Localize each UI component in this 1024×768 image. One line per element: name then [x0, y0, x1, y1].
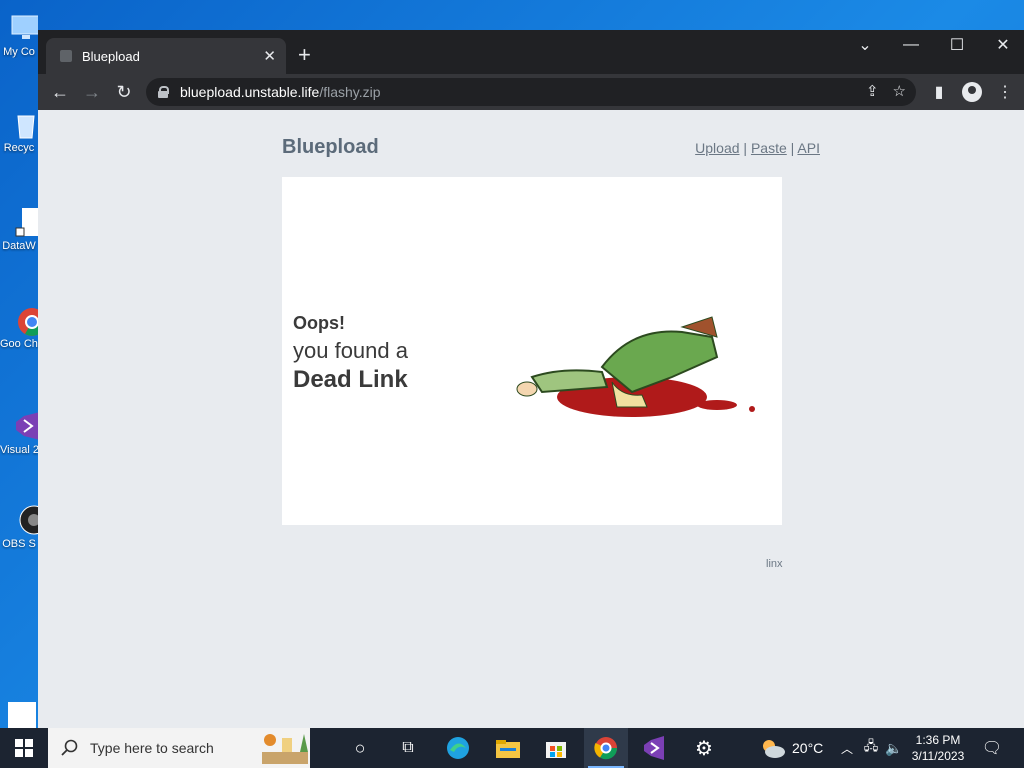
avatar-icon [962, 82, 982, 102]
tab-blueplоad[interactable]: Blueplоad ✕ [46, 38, 286, 74]
dead-character-illustration [516, 316, 755, 417]
oops-text: Oops! [293, 313, 345, 333]
nav-api-link[interactable]: API [797, 140, 820, 156]
nav-separator: | [790, 140, 795, 156]
desktop-icon-label: Visual 20 [0, 444, 38, 456]
browser-window: Blueplоad ✕ + ⌄ — ☐ ✕ ← → ↻ blueplоad.un… [38, 30, 1024, 728]
bookmark-star-icon[interactable]: ☆ [893, 82, 906, 100]
file-shortcut-icon [10, 206, 38, 238]
tab-search-icon[interactable]: ⌄ [842, 30, 888, 60]
site-nav: Upload | Paste | API [695, 140, 820, 156]
taskbar: Type here to search ○ ⧉ ⚙ 20°C ︿ 🖧 🔈 1:3… [0, 728, 1024, 768]
desktop-icon-label: Recyc [3, 142, 35, 154]
notification-icon[interactable]: 🗨 [978, 728, 1006, 768]
page-content: Blueplоad Upload | Paste | API Oops! you… [38, 110, 1024, 728]
search-icon [61, 739, 78, 756]
share-icon[interactable]: ⇪ [866, 82, 879, 100]
nav-upload-link[interactable]: Upload [695, 140, 739, 156]
desktop-file-icon[interactable] [8, 702, 36, 728]
chevron-up-icon[interactable]: ︿ [838, 728, 856, 768]
dead-link-message: Oops! you found a Dead Link [293, 313, 408, 394]
site-title[interactable]: Blueplоad [282, 136, 379, 159]
desktop-icon-visual-studio[interactable]: Visual 20 [0, 410, 38, 456]
tab-close-icon[interactable]: ✕ [263, 47, 276, 65]
desktop-icon-label: Goo Chr [0, 338, 38, 350]
dead-link-text: Dead Link [293, 366, 408, 393]
visual-studio-taskbar-icon[interactable] [634, 728, 674, 768]
found-text: you found a [293, 338, 408, 363]
menu-kebab-icon[interactable]: ⋮ [993, 80, 1017, 104]
footer-linx-link[interactable]: linx [766, 558, 783, 570]
maximize-button[interactable]: ☐ [934, 30, 980, 60]
chrome-icon [10, 304, 38, 336]
profile-button[interactable] [960, 80, 984, 104]
obs-icon [10, 504, 38, 536]
minimize-button[interactable]: — [888, 30, 934, 60]
store-taskbar-icon[interactable] [536, 728, 576, 768]
edge-taskbar-icon[interactable] [438, 728, 478, 768]
address-bar[interactable]: blueplоad.unstable.life/flashy.zip ⇪ ☆ [146, 78, 916, 106]
side-panel-icon[interactable]: ▮ [927, 80, 951, 104]
forward-button[interactable]: → [80, 80, 104, 104]
clock-time: 1:36 PM [915, 733, 961, 747]
desktop-icon-dataw[interactable]: DataW [0, 206, 38, 252]
search-highlight-illustration-icon[interactable] [260, 730, 310, 766]
network-icon[interactable]: 🖧 [860, 728, 882, 768]
taskbar-clock[interactable]: 1:36 PM 3/11/2023 [902, 732, 974, 764]
search-placeholder: Type here to search [90, 740, 214, 756]
weather-cloud-icon[interactable] [758, 728, 788, 768]
close-window-button[interactable]: ✕ [980, 30, 1024, 60]
tab-strip: Blueplоad ✕ + ⌄ — ☐ ✕ [38, 30, 1024, 74]
desktop-icon-obs[interactable]: OBS S [0, 504, 38, 550]
start-button[interactable] [0, 728, 48, 768]
desktop-icon-label: My Co [3, 46, 35, 58]
tab-title: Blueplоad [82, 48, 140, 64]
recycle-bin-icon [10, 108, 38, 140]
url-host: blueplоad.unstable.life [180, 84, 320, 100]
file-explorer-taskbar-icon[interactable] [488, 728, 528, 768]
new-tab-button[interactable]: + [298, 42, 311, 68]
clock-date: 3/11/2023 [911, 749, 965, 763]
reload-button[interactable]: ↻ [112, 80, 136, 104]
nav-separator: | [743, 140, 748, 156]
monitor-icon [10, 12, 38, 44]
lock-icon[interactable] [158, 86, 169, 98]
tab-favicon-icon [60, 50, 72, 62]
desktop-icon-recycle-bin[interactable]: Recyc [0, 108, 38, 154]
dead-link-panel: Oops! you found a Dead Link [282, 177, 782, 525]
desktop-icon-google-chrome[interactable]: Goo Chr [0, 304, 38, 350]
settings-gear-icon[interactable]: ⚙ [684, 728, 724, 768]
desktop-icon-label: DataW [2, 240, 36, 252]
browser-toolbar: ← → ↻ blueplоad.unstable.life/flashy.zip… [38, 74, 1024, 110]
windows-logo-icon [15, 739, 33, 757]
volume-icon[interactable]: 🔈 [884, 728, 904, 768]
visual-studio-icon [10, 410, 38, 442]
chrome-taskbar-icon[interactable] [584, 728, 628, 768]
back-button[interactable]: ← [48, 80, 72, 104]
desktop-icon-label: OBS S [2, 538, 36, 550]
weather-temperature[interactable]: 20°C [792, 728, 823, 768]
taskbar-search-box[interactable]: Type here to search [48, 728, 310, 768]
cortana-icon[interactable]: ○ [340, 728, 380, 768]
task-view-icon[interactable]: ⧉ [388, 728, 428, 768]
desktop-icon-my-computer[interactable]: My Co [0, 12, 38, 58]
nav-paste-link[interactable]: Paste [751, 140, 787, 156]
url-path: /flashy.zip [319, 84, 381, 100]
